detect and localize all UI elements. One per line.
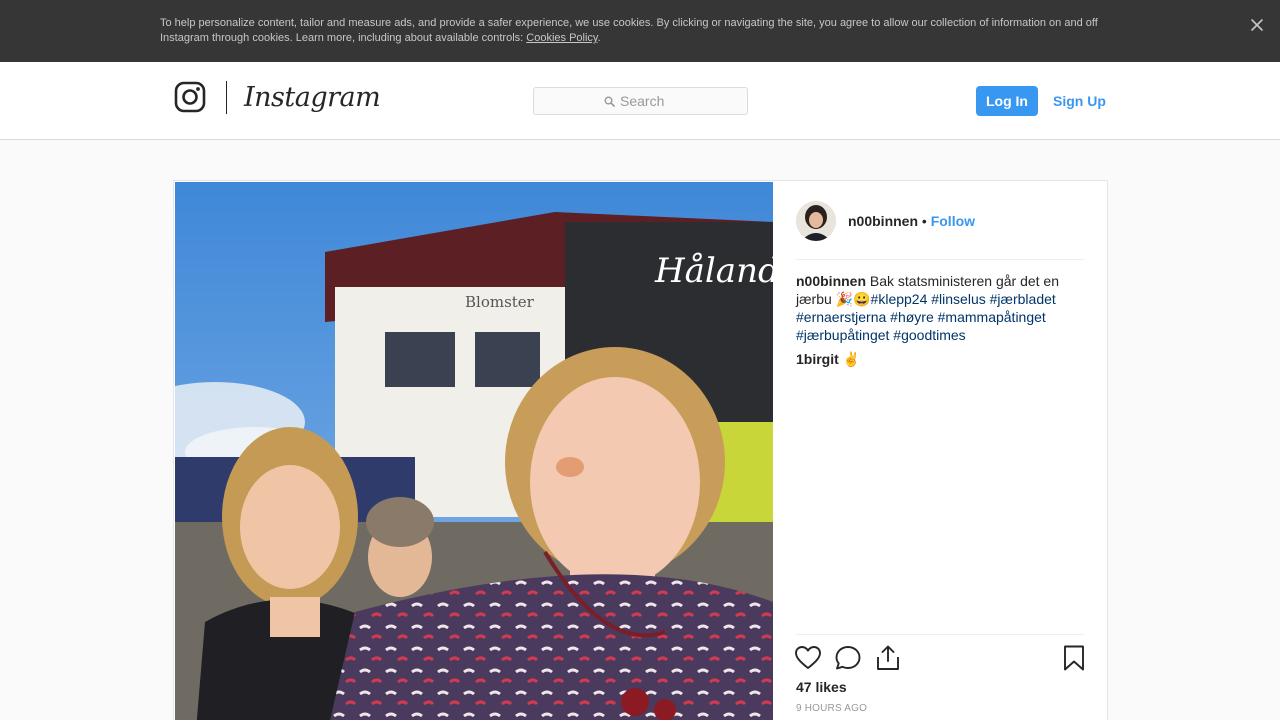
follow-button[interactable]: Follow [931, 213, 975, 229]
actions-divider [796, 634, 1084, 635]
post-timestamp[interactable]: 9 HOURS AGO [796, 703, 867, 714]
hashtag-link[interactable]: #jærbupåtinget [796, 327, 889, 343]
cookies-policy-link[interactable]: Cookies Policy [526, 32, 597, 44]
hashtag-link[interactable]: #jærbladet [990, 291, 1056, 307]
hashtag-link[interactable]: #goodtimes [893, 327, 965, 343]
instagram-camera-icon[interactable] [174, 81, 206, 113]
top-nav: Instagram Log In Sign Up [0, 62, 1280, 140]
caption-username[interactable]: n00binnen [796, 273, 866, 289]
svg-text:Blomster: Blomster [465, 293, 535, 311]
search-icon [604, 96, 615, 107]
hashtag-link[interactable]: #mammapåtinget [938, 309, 1046, 325]
log-in-button[interactable]: Log In [976, 86, 1038, 116]
comment-text: ✌ [842, 351, 861, 367]
post-owner-line: n00binnen • Follow [848, 212, 975, 230]
search-input[interactable] [620, 92, 740, 110]
comment-username[interactable]: 1birgit [796, 351, 839, 367]
bookmark-icon[interactable] [1060, 644, 1088, 672]
logo-divider [226, 81, 227, 114]
post-card: Håland Blomster n00binnen • Follow n00bi… [173, 180, 1108, 720]
post-photo[interactable]: Håland Blomster [175, 182, 773, 720]
svg-text:Håland: Håland [654, 251, 773, 291]
follow-separator: • [921, 213, 927, 229]
instagram-wordmark[interactable]: Instagram [244, 78, 381, 118]
search-box[interactable] [533, 87, 748, 115]
post-caption: n00binnen Bak statsministeren går det en… [796, 272, 1086, 344]
cookie-suffix: . [597, 32, 601, 44]
share-icon[interactable] [874, 644, 902, 672]
comment-item: 1birgit ✌ [796, 350, 1086, 368]
owner-username[interactable]: n00binnen [848, 213, 918, 229]
avatar[interactable] [796, 201, 836, 241]
post-sidebar: n00binnen • Follow n00binnen Bak statsmi… [773, 181, 1108, 720]
cookie-banner-text: To help personalize content, tailor and … [160, 16, 1120, 46]
heart-icon[interactable] [794, 644, 822, 672]
hashtag-link[interactable]: #høyre [890, 309, 934, 325]
header-divider [796, 259, 1084, 260]
likes-count[interactable]: 47 likes [796, 678, 847, 696]
close-icon[interactable] [1248, 16, 1266, 34]
sign-up-link[interactable]: Sign Up [1053, 86, 1106, 116]
comment-icon[interactable] [834, 644, 862, 672]
cookie-banner: To help personalize content, tailor and … [0, 0, 1280, 62]
cookie-message: To help personalize content, tailor and … [160, 17, 1098, 44]
hashtag-link[interactable]: #klepp24 [871, 291, 928, 307]
hashtag-link[interactable]: #linselus [931, 291, 985, 307]
hashtag-link[interactable]: #ernaerstjerna [796, 309, 886, 325]
post-photo-image: Håland Blomster [175, 182, 773, 720]
